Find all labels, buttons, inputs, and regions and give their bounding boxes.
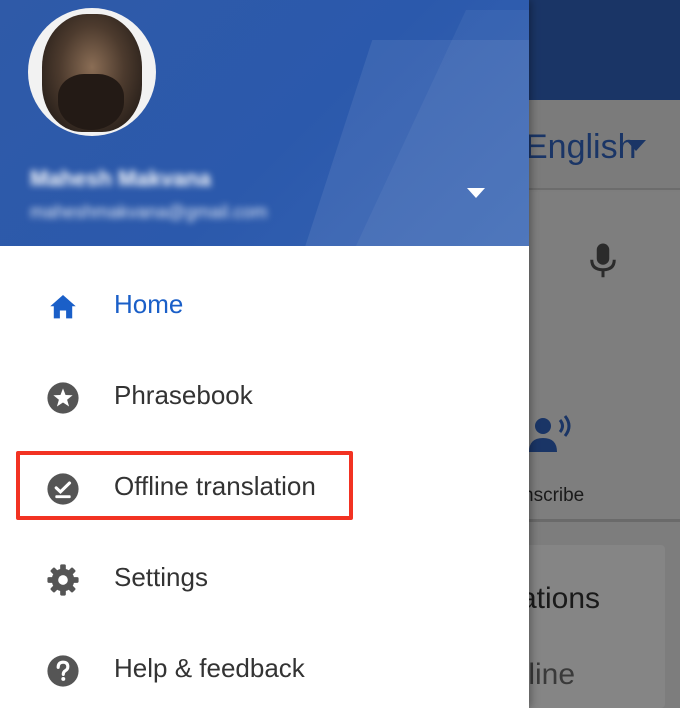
card-title: ations — [520, 582, 601, 615]
transcribe-label[interactable]: nscribe — [523, 485, 584, 507]
menu-item-label: Settings — [114, 562, 208, 592]
star-icon — [47, 382, 79, 414]
help-icon — [47, 655, 79, 687]
gear-icon — [47, 564, 79, 596]
navigation-drawer: Mahesh Makvana maheshmakvana@gmail.com H… — [0, 0, 529, 708]
menu-item-label: Phrasebook — [114, 380, 253, 410]
account-switcher-toggle[interactable] — [462, 182, 490, 206]
chevron-down-icon — [626, 140, 646, 151]
avatar[interactable] — [28, 8, 156, 136]
menu-item-label: Home — [114, 289, 184, 319]
account-header: Mahesh Makvana maheshmakvana@gmail.com — [0, 0, 529, 246]
menu-item-help-feedback[interactable]: Help & feedback — [0, 625, 529, 708]
menu-item-label: Help & feedback — [114, 653, 305, 683]
highlight-annotation — [16, 451, 353, 520]
transcribe-icon[interactable] — [527, 414, 573, 454]
target-language-selector[interactable]: English — [525, 128, 637, 167]
microphone-icon[interactable] — [588, 242, 618, 280]
account-email: maheshmakvana@gmail.com — [30, 202, 268, 222]
menu-item-phrasebook[interactable]: Phrasebook — [0, 352, 529, 442]
home-icon — [50, 294, 76, 319]
menu-item-home[interactable]: Home — [0, 261, 529, 351]
account-name: Mahesh Makvana — [30, 166, 211, 191]
avatar-photo-detail — [58, 74, 124, 130]
menu-item-settings[interactable]: Settings — [0, 534, 529, 624]
